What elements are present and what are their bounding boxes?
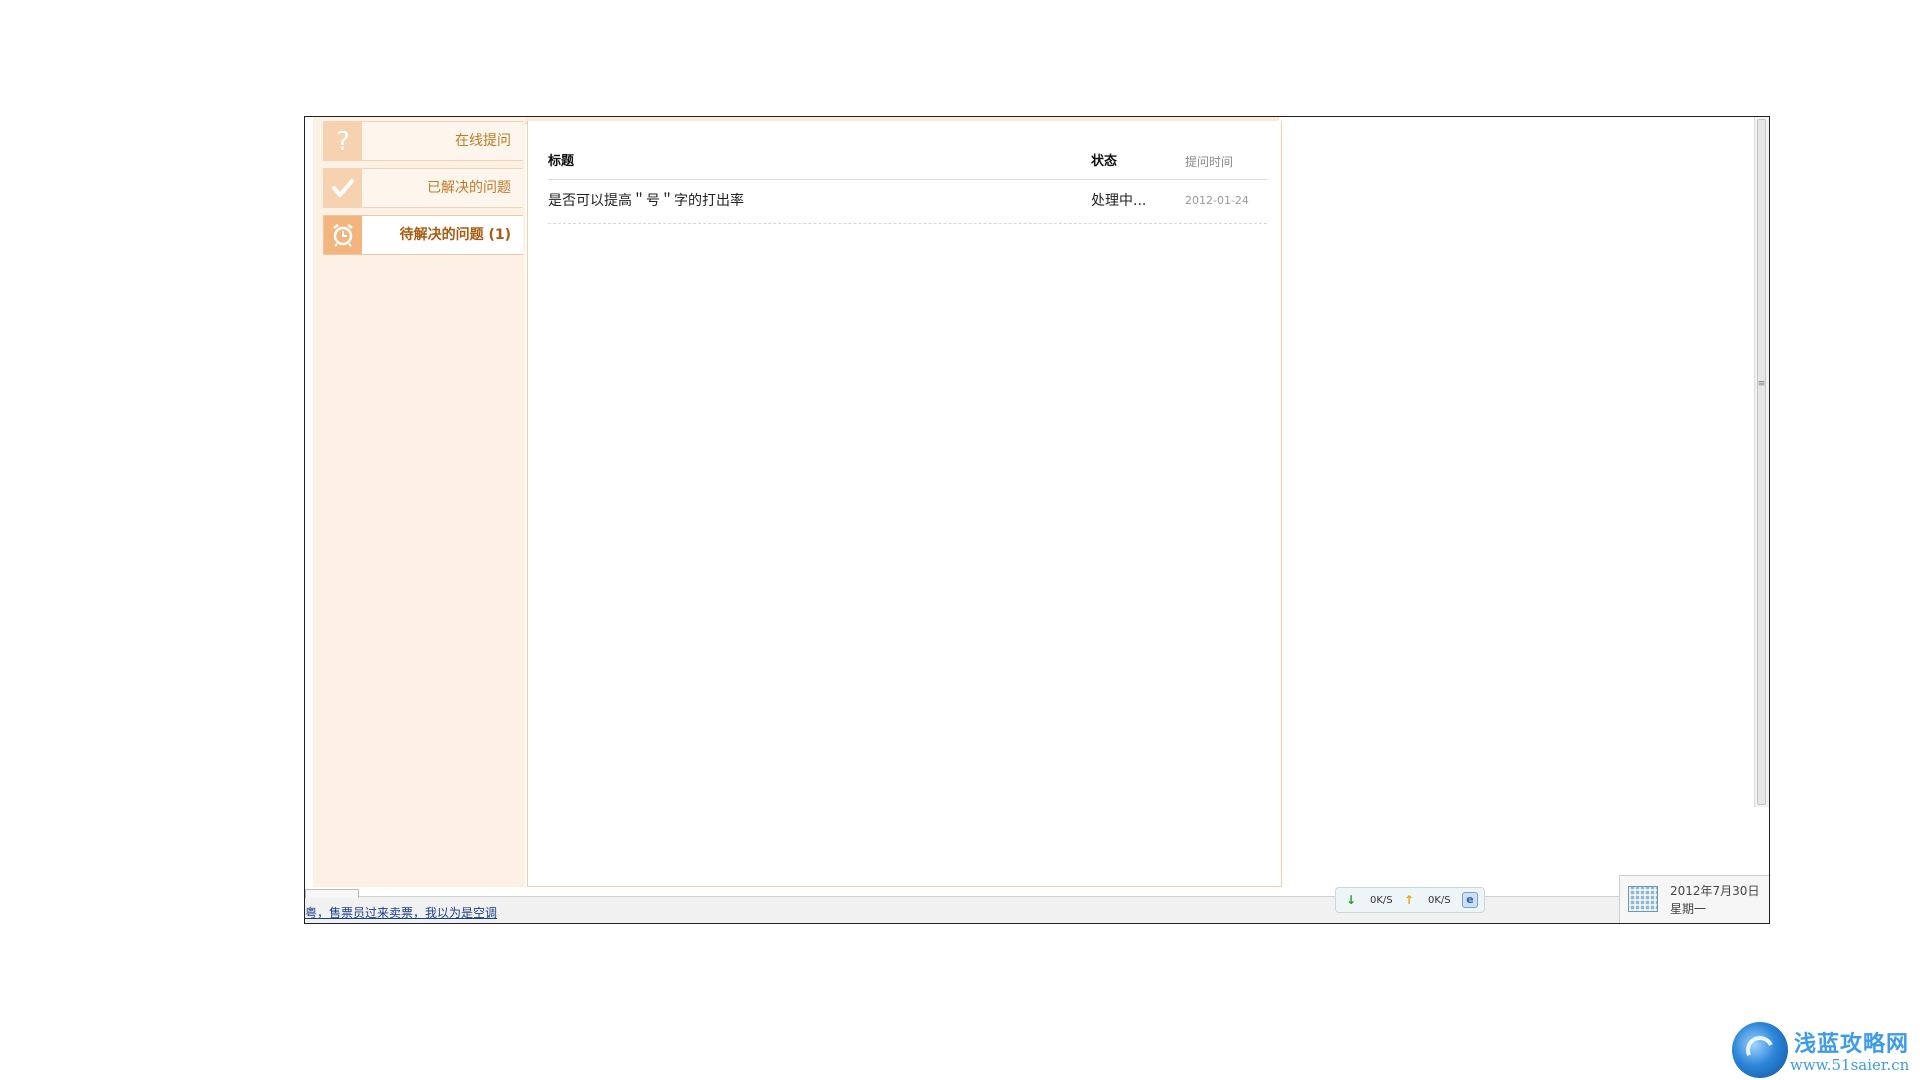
download-arrow-icon: ↓ <box>1346 893 1357 907</box>
question-status: 处理中... <box>1091 193 1147 209</box>
upload-speed: 0K/S <box>1428 895 1451 906</box>
question-title-link[interactable]: 是否可以提高＂号＂字的打出率 <box>548 181 744 221</box>
question-icon: ? <box>324 122 362 160</box>
browser-icon[interactable]: e <box>1462 892 1478 908</box>
nav-item-label: 在线提问 <box>455 133 511 149</box>
taskbar-clock[interactable]: 2012年7月30日 星期一 <box>1619 875 1769 923</box>
calendar-icon <box>1628 886 1658 912</box>
nav-item-label: 待解决的问题 (1) <box>399 227 511 243</box>
download-speed: 0K/S <box>1370 895 1393 906</box>
column-header-title: 标题 <box>548 154 575 169</box>
upload-arrow-icon: ↑ <box>1404 893 1415 907</box>
watermark-url: www.51saier.cn <box>1790 1056 1910 1074</box>
status-bar: 粤，售票员过来卖票，我以为是空调 <box>305 889 1769 923</box>
scrollbar-thumb[interactable] <box>1757 119 1766 805</box>
nav-item-ask-online[interactable]: ? 在线提问 <box>323 121 523 161</box>
check-icon <box>324 169 362 207</box>
nav-item-solved-questions[interactable]: 已解决的问题 <box>323 168 523 208</box>
vertical-scrollbar[interactable]: ≡ <box>1754 117 1769 807</box>
table-row[interactable]: 是否可以提高＂号＂字的打出率 处理中... 2012-01-24 <box>548 181 1267 224</box>
column-header-status: 状态 <box>1091 154 1118 169</box>
clock-date: 2012年7月30日 <box>1670 884 1760 898</box>
question-list-panel: 标题 状态 提问时间 是否可以提高＂号＂字的打出率 处理中... 2012-01… <box>527 121 1282 887</box>
scrollbar-grip-icon: ≡ <box>1757 379 1766 389</box>
question-time: 2012-01-24 <box>1185 194 1249 207</box>
watermark-logo-icon <box>1732 1022 1788 1078</box>
table-header: 标题 状态 提问时间 <box>548 145 1267 180</box>
browser-window: ? 在线提问 已解决的问题 待解决的问题 (1) 标题 状态 提问时间 是否可以… <box>304 116 1770 924</box>
nav-item-pending-questions[interactable]: 待解决的问题 (1) <box>323 215 523 255</box>
nav-item-label: 已解决的问题 <box>427 180 511 196</box>
watermark-title: 浅蓝攻略网 <box>1794 1032 1910 1057</box>
network-speed-widget[interactable]: ↓ 0K/S ↑ 0K/S e <box>1335 887 1485 913</box>
clock-weekday: 星期一 <box>1670 902 1707 916</box>
alarm-clock-icon <box>324 216 362 254</box>
svg-text:?: ? <box>336 127 350 155</box>
statusbar-tab <box>305 889 359 898</box>
status-link[interactable]: 粤，售票员过来卖票，我以为是空调 <box>305 904 497 921</box>
column-header-time: 提问时间 <box>1185 155 1234 169</box>
